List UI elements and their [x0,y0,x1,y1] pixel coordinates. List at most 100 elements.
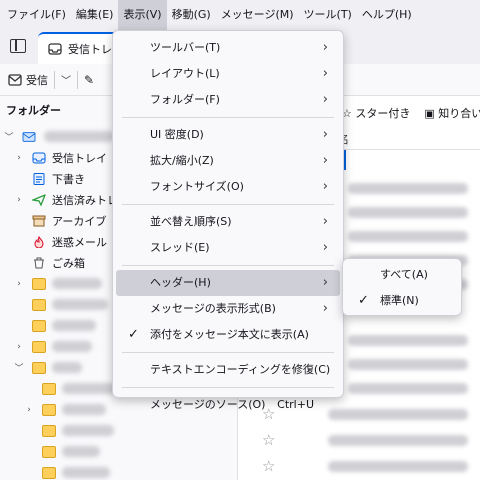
menuitem-message-source[interactable]: メッセージのソース(O) Ctrl+U [116,392,340,418]
folder-icon [42,446,56,458]
folder-label: 迷惑メール [52,235,107,249]
checkmark-icon: ✓ [358,293,369,308]
menu-separator [122,352,334,353]
folder-label: ごみ箱 [52,256,85,270]
redacted-folder-name [62,467,110,478]
redacted-sender [328,435,468,446]
collapse-icon[interactable]: ﹀ [4,130,14,143]
star-icon[interactable]: ☆ [262,431,275,449]
inbox-icon [32,152,46,163]
folder-icon [32,362,46,374]
menuitem-headers[interactable]: ヘッダー(H) › [116,270,340,296]
folder-redacted[interactable] [0,462,237,480]
redacted-sender [348,231,468,242]
menu-help[interactable]: ヘルプ(H) [357,0,417,30]
chevron-right-icon: › [322,153,328,168]
menuitem-headers-normal[interactable]: ✓ 標準(N) [346,288,458,314]
folder-icon [32,278,46,290]
menuitem-ui-density[interactable]: UI 密度(D) › [116,122,340,148]
redacted-folder-name [52,341,92,352]
starred-filter-button[interactable]: ☆ スター付き [342,105,410,121]
menuitem-repair-encoding[interactable]: テキストエンコーディングを修復(C) [116,357,340,383]
archive-icon [32,215,46,226]
folder-icon [32,320,46,332]
menuitem-layout[interactable]: レイアウト(L) › [116,61,340,87]
menu-file[interactable]: ファイル(F) [2,0,71,30]
menuitem-sort-by[interactable]: 並べ替え順序(S) › [116,209,340,235]
menuitem-toolbars[interactable]: ツールバー(T) › [116,35,340,61]
expand-icon[interactable]: › [24,405,34,415]
pencil-icon[interactable]: ✎ [84,73,94,87]
drafts-icon [33,172,45,185]
get-messages-icon [8,73,22,86]
junk-icon [34,235,44,248]
menuitem-label: すべて(A) [380,268,428,281]
menuitem-label: 添付をメッセージ本文に表示(A) [150,328,309,341]
menuitem-font-size[interactable]: フォントサイズ(O) › [116,174,340,200]
folder-icon [42,467,56,479]
expand-icon[interactable]: › [14,279,24,289]
redacted-folder-name [52,299,108,310]
sent-icon [32,193,46,206]
folder-icon [32,299,46,311]
chevron-right-icon: › [322,66,328,81]
contacts-filter-button[interactable]: ▣ 知り合い [424,105,480,121]
menuitem-label: 拡大/縮小(Z) [150,154,214,167]
folder-label: 下書き [52,172,85,186]
menuitem-label: メッセージの表示形式(B) [150,302,276,315]
menuitem-message-body-as[interactable]: メッセージの表示形式(B) › [116,296,340,322]
menuitem-label: テキストエンコーディングを修復(C) [150,363,331,376]
folder-redacted[interactable] [0,420,237,441]
folder-icon [32,341,46,353]
redacted-sender [348,207,468,218]
menuitem-headers-all[interactable]: すべて(A) [346,262,458,288]
menuitem-threads[interactable]: スレッド(E) › [116,235,340,261]
menuitem-label: ヘッダー(H) [150,276,211,289]
message-row[interactable]: ☆ [238,454,480,478]
menu-view[interactable]: 表示(V) [118,0,167,30]
redacted-folder-name [52,278,102,289]
redacted-sender [328,409,468,420]
chevron-down-icon[interactable]: ﹀ [61,72,71,87]
redacted-sender [328,461,468,472]
message-row[interactable]: ☆ [238,428,480,452]
menuitem-folders[interactable]: フォルダー(F) › [116,87,340,113]
trash-icon [34,257,44,268]
chevron-right-icon: › [322,40,328,55]
menu-edit[interactable]: 編集(E) [71,0,119,30]
folder-redacted[interactable] [0,441,237,462]
menu-message[interactable]: メッセージ(M) [216,0,299,30]
menuitem-label: フォントサイズ(O) [150,180,244,193]
headers-submenu: すべて(A) ✓ 標準(N) [342,258,462,316]
menuitem-zoom[interactable]: 拡大/縮小(Z) › [116,148,340,174]
account-icon [22,131,36,142]
folder-label: アーカイブ [52,214,107,228]
folder-label: 受信トレイ [52,151,107,165]
menu-go[interactable]: 移動(G) [167,0,216,30]
star-icon[interactable]: ☆ [262,457,275,475]
folder-icon [42,404,56,416]
starred-filter-label: スター付き [355,107,411,120]
expand-icon[interactable]: › [14,195,24,205]
chevron-right-icon: › [322,92,328,107]
collapse-icon[interactable]: ﹀ [14,361,24,374]
view-menu-dropdown: ツールバー(T) › レイアウト(L) › フォルダー(F) › UI 密度(D) › … [112,30,344,411]
expand-icon[interactable]: › [14,342,24,352]
menu-separator [122,204,334,205]
redacted-folder-name [52,320,96,331]
menuitem-label: ツールバー(T) [150,41,221,54]
redacted-account-name [44,131,114,142]
contact-icon: ▣ [424,107,435,120]
expand-icon[interactable]: › [14,153,24,163]
redacted-folder-name [52,362,82,373]
redacted-sender [348,383,468,394]
menu-tools[interactable]: ツール(T) [299,0,357,30]
folder-icon [42,383,56,395]
inbox-icon [48,43,62,55]
get-messages-button[interactable]: 受信 [8,72,48,88]
redacted-folder-name [62,446,100,457]
menuitem-label: UI 密度(D) [150,128,204,141]
redacted-sender [348,335,468,346]
menuitem-attachments-inline[interactable]: ✓ 添付をメッセージ本文に表示(A) [116,322,340,348]
spaces-toolbar-icon[interactable] [10,39,26,53]
